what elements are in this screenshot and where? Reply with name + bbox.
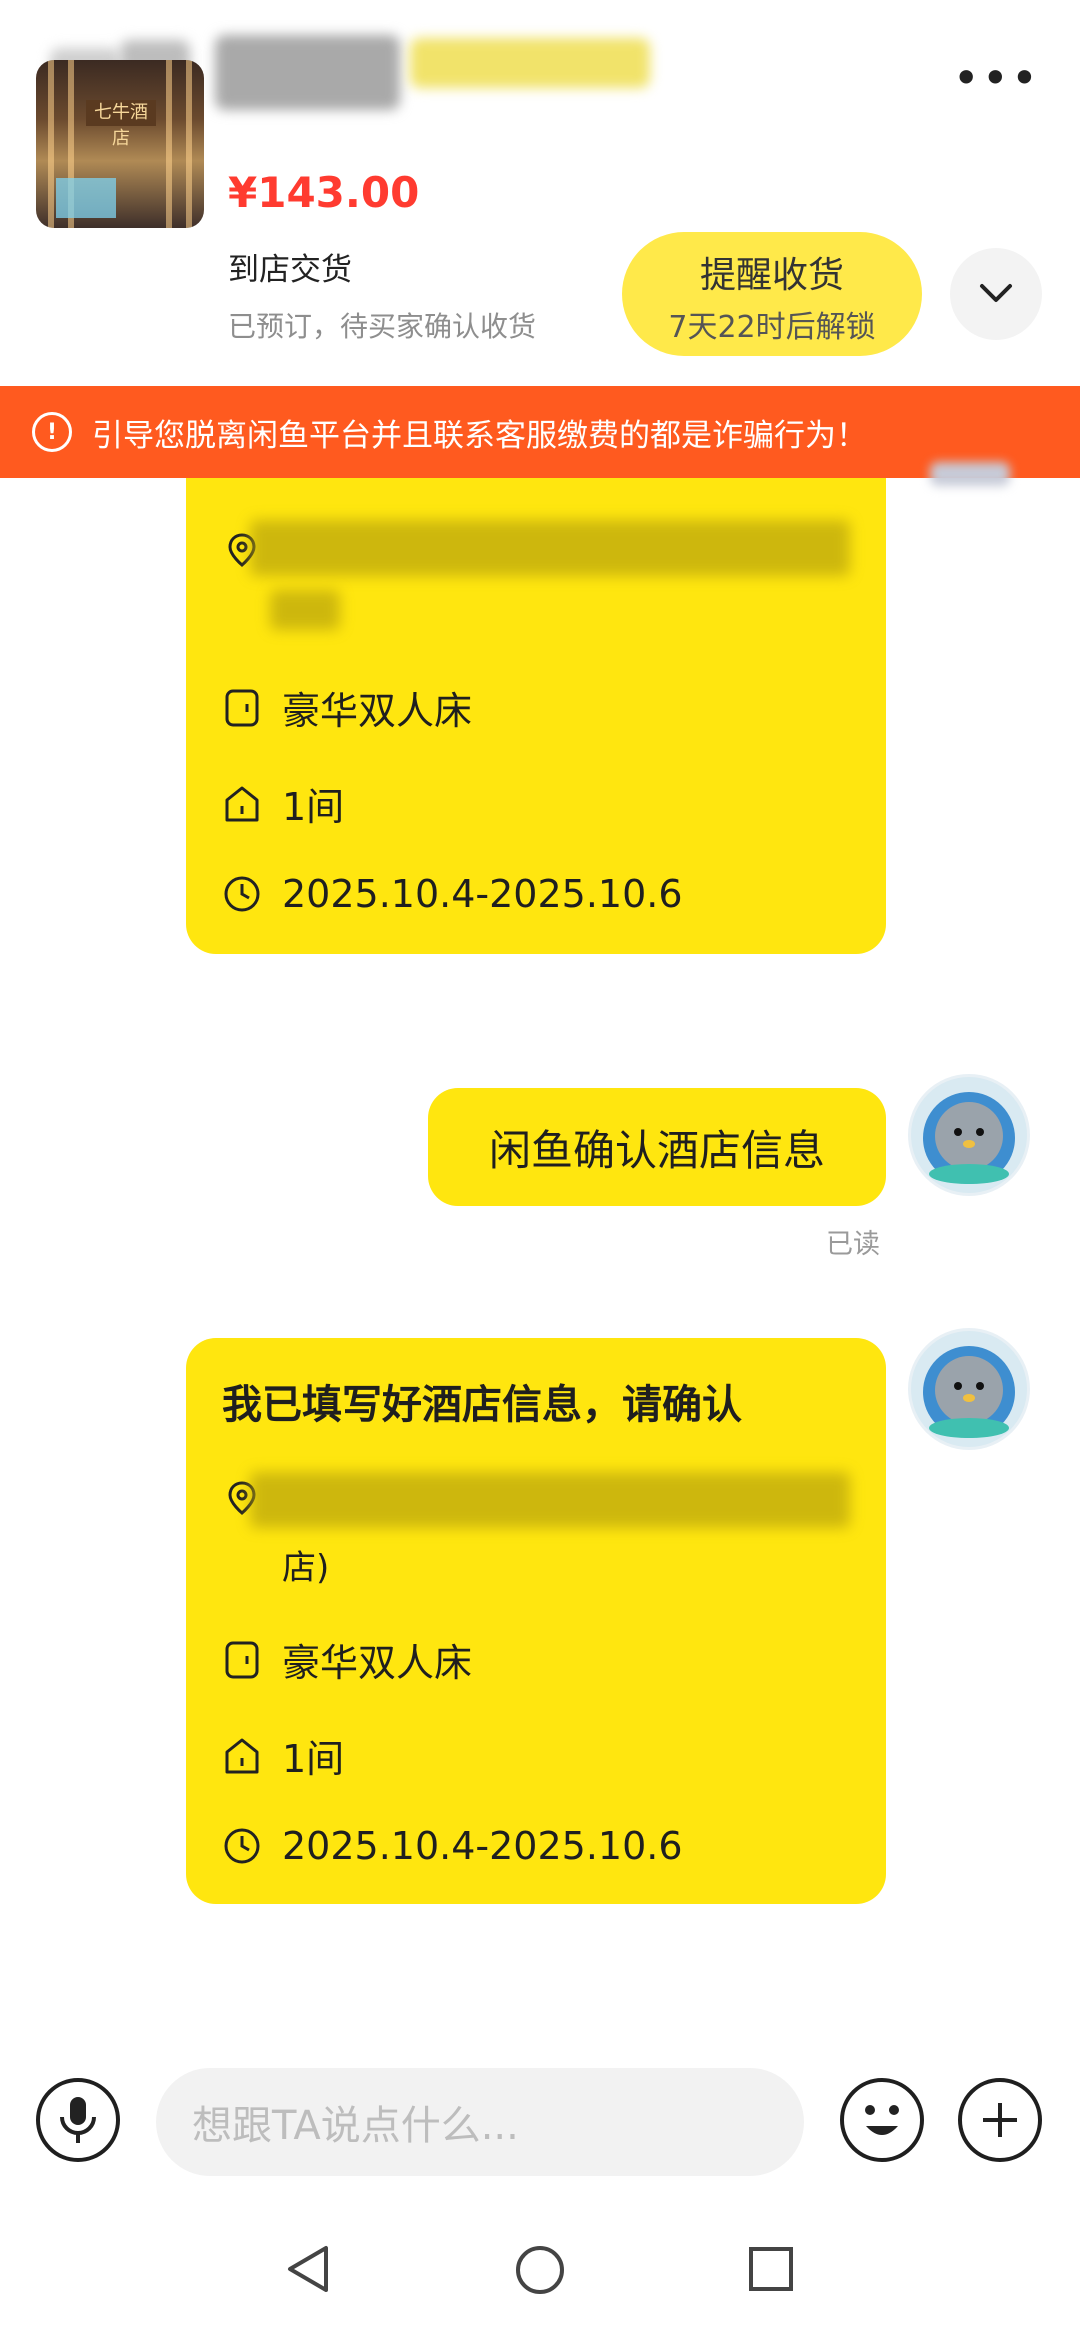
mic-icon[interactable] bbox=[36, 2078, 120, 2162]
order-status: 已预订，待买家确认收货 bbox=[228, 310, 537, 343]
remind-countdown: 7天22时后解锁 bbox=[668, 310, 876, 345]
remind-title: 提醒收货 bbox=[699, 255, 844, 296]
stay-dates: 2025.10.4-2025.10.6 bbox=[282, 872, 683, 916]
count-row: 1间 bbox=[222, 776, 344, 831]
address-tail: 店) bbox=[282, 1540, 329, 1589]
read-status: 已读 bbox=[826, 1229, 880, 1260]
chevron-down-icon bbox=[980, 284, 1012, 302]
avatar-edge-blurred bbox=[930, 462, 1010, 486]
system-nav-bar bbox=[0, 2206, 1080, 2328]
recents-icon[interactable] bbox=[748, 2246, 794, 2292]
warning-text: 引导您脱离闲鱼平台并且联系客服缴费的都是诈骗行为！ bbox=[92, 417, 867, 454]
stay-dates: 2025.10.4-2025.10.6 bbox=[282, 1824, 683, 1868]
bed-icon bbox=[222, 1640, 262, 1680]
more-icon[interactable]: ••• bbox=[953, 48, 1040, 108]
address-blurred bbox=[250, 520, 850, 576]
fraud-warning-banner: ! 引导您脱离闲鱼平台并且联系客服缴费的都是诈骗行为！ bbox=[0, 386, 1080, 478]
text-message[interactable]: 闲鱼确认酒店信息 bbox=[428, 1088, 886, 1206]
hotel-sign: 七牛酒店 bbox=[86, 100, 156, 149]
delivery-method: 到店交货 bbox=[228, 252, 352, 288]
input-placeholder: 想跟TA说点什么... bbox=[192, 2103, 519, 2149]
room-count: 1间 bbox=[282, 785, 345, 829]
date-row: 2025.10.4-2025.10.6 bbox=[222, 872, 683, 916]
avatar[interactable] bbox=[908, 1328, 1030, 1450]
product-thumbnail[interactable]: 七牛酒店 bbox=[36, 60, 204, 228]
contact-tag-blurred bbox=[410, 38, 650, 88]
home-icon bbox=[222, 1736, 262, 1776]
product-price: ¥143.00 bbox=[228, 168, 420, 217]
remind-receipt-button[interactable]: 提醒收货 7天22时后解锁 bbox=[622, 232, 922, 356]
clock-icon bbox=[222, 874, 262, 914]
room-count: 1间 bbox=[282, 1737, 345, 1781]
back-icon[interactable] bbox=[284, 2244, 332, 2294]
plus-icon[interactable] bbox=[958, 2078, 1042, 2162]
message-input[interactable]: 想跟TA说点什么... bbox=[156, 2068, 804, 2176]
alert-icon: ! bbox=[32, 412, 72, 452]
emoji-icon[interactable] bbox=[840, 2078, 924, 2162]
clock-icon bbox=[222, 1826, 262, 1866]
collapse-button[interactable] bbox=[950, 248, 1042, 340]
home-icon bbox=[222, 784, 262, 824]
bed-icon bbox=[222, 688, 262, 728]
room-type: 豪华双人床 bbox=[282, 1641, 473, 1685]
address-tail-text: 店) bbox=[282, 1548, 330, 1588]
room-type: 豪华双人床 bbox=[282, 689, 473, 733]
home-nav-icon[interactable] bbox=[514, 2244, 566, 2296]
card-title: 我已填写好酒店信息，请确认 bbox=[222, 1382, 742, 1428]
address-blurred-2 bbox=[270, 590, 340, 630]
avatar[interactable] bbox=[908, 1074, 1030, 1196]
contact-name-blurred bbox=[215, 35, 400, 110]
room-row: 豪华双人床 bbox=[222, 680, 472, 735]
room-row: 豪华双人床 bbox=[222, 1632, 472, 1687]
date-row: 2025.10.4-2025.10.6 bbox=[222, 1824, 683, 1868]
address-blurred bbox=[250, 1472, 850, 1528]
count-row: 1间 bbox=[222, 1728, 344, 1783]
